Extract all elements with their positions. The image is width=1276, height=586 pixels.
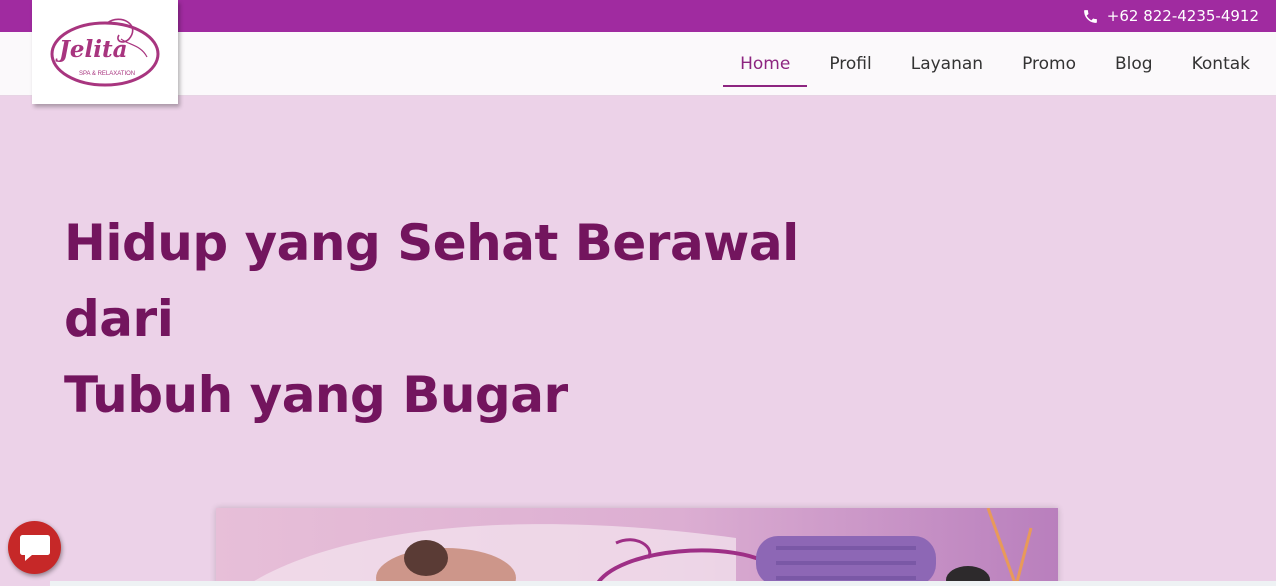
- nav-blog[interactable]: Blog: [1115, 32, 1153, 96]
- hero-title-line-1: Hidup yang Sehat Berawal dari: [64, 214, 799, 348]
- primary-nav: Home Profil Layanan Promo Blog Kontak: [701, 32, 1250, 96]
- nav-home[interactable]: Home: [723, 32, 808, 96]
- hero-title-line-2: Tubuh yang Bugar: [64, 366, 568, 424]
- chat-bubble-icon: [19, 534, 50, 561]
- logo-tagline: SPA & RELAXATION: [79, 71, 135, 77]
- spa-photo: [216, 508, 1058, 586]
- logo-image: Jelita SPA & RELAXATION: [50, 18, 160, 87]
- logo-wordmark: Jelita: [55, 36, 128, 63]
- top-contact-bar: +62 822-4235-4912: [0, 0, 1276, 32]
- chat-button[interactable]: [8, 521, 61, 574]
- hero-title: Hidup yang Sehat Berawal dari Tubuh yang…: [64, 205, 924, 433]
- promo-banner-image: [216, 508, 1058, 586]
- logo[interactable]: Jelita SPA & RELAXATION: [32, 0, 178, 104]
- nav-kontak[interactable]: Kontak: [1192, 32, 1250, 96]
- nav-layanan[interactable]: Layanan: [911, 32, 983, 96]
- phone-icon: [1083, 9, 1097, 23]
- phone-contact[interactable]: +62 822-4235-4912: [1082, 7, 1259, 25]
- phone-number[interactable]: +62 822-4235-4912: [1107, 7, 1259, 25]
- bottom-strip: [50, 581, 1276, 586]
- nav-profil[interactable]: Profil: [829, 32, 871, 96]
- nav-promo[interactable]: Promo: [1022, 32, 1076, 96]
